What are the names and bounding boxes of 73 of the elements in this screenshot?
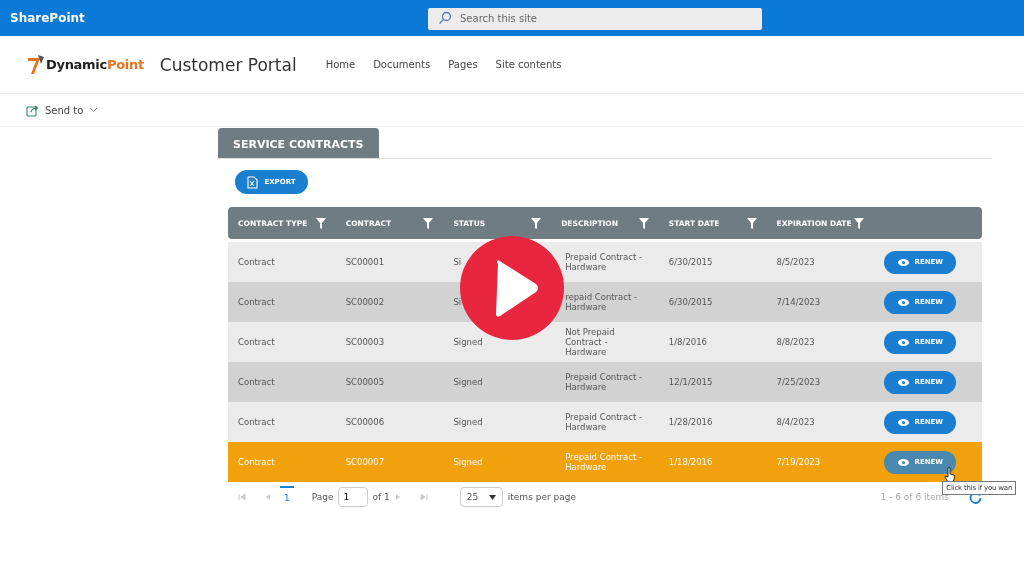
table-cell: 6/30/2015 [668, 257, 713, 267]
table-cell: Prepaid Contract - Hardware [565, 252, 643, 272]
filter-icon[interactable] [531, 217, 542, 229]
table-cell: 7/25/2023 [776, 377, 821, 387]
table-cell: SC00007 [345, 457, 385, 467]
table-cell: 7/19/2023 [776, 457, 821, 467]
nav-link[interactable]: Home [325, 59, 356, 70]
table-cell: Signed [453, 337, 483, 347]
table-cell: 7/14/2023 [776, 297, 821, 307]
table-cell: Contract [238, 257, 275, 267]
table-cell: 1/28/2016 [668, 417, 713, 427]
table-cell: Signed [453, 417, 483, 427]
hand-cursor-icon [944, 466, 957, 483]
table-cell: Si [453, 297, 462, 307]
page-size-label: items per page [507, 492, 576, 502]
items-summary: 1 - 6 of 6 items [880, 492, 949, 502]
table-cell: SC00002 [345, 297, 385, 307]
section-tab[interactable]: SERVICE CONTRACTS [218, 128, 379, 158]
filter-icon[interactable] [638, 217, 649, 229]
table-cell: Si [453, 257, 462, 267]
logo-icon [26, 53, 46, 76]
table-cell: repaid Contract - Hardware [565, 292, 638, 312]
table-cell: SC00001 [345, 257, 385, 267]
play-button[interactable] [460, 236, 564, 340]
search-field[interactable]: Search this site [428, 7, 762, 30]
table-cell: Prepaid Contract - Hardware [565, 412, 643, 432]
table-cell: Prepaid Contract - Hardware [565, 452, 643, 472]
site-title: Customer Portal [159, 54, 297, 75]
table-cell: Contract [238, 337, 275, 347]
table-cell: SC00003 [345, 337, 385, 347]
nav-link[interactable]: Pages [448, 59, 478, 70]
nav-link[interactable]: Documents [373, 59, 431, 70]
filter-icon[interactable] [854, 217, 865, 229]
table-cell: Signed [453, 377, 483, 387]
table-cell: Prepaid Contract - Hardware [565, 372, 643, 392]
eye-icon [897, 378, 909, 386]
table-cell: 1/8/2016 [668, 337, 708, 347]
logo-text: DynamicPoint [46, 57, 144, 72]
table-cell: Contract [238, 297, 275, 307]
dropdown-icon [488, 494, 496, 500]
eye-icon [897, 418, 909, 426]
eye-icon [897, 298, 909, 306]
app-name[interactable]: SharePoint [0, 11, 428, 25]
excel-file-icon [247, 175, 259, 189]
table-cell: 8/4/2023 [776, 417, 815, 427]
table-cell: Signed [453, 457, 483, 467]
page-label: Page [311, 492, 334, 502]
table-cell: 1/18/2016 [668, 457, 713, 467]
table-cell: Contract [238, 457, 275, 467]
current-page[interactable]: 1 [280, 485, 294, 503]
eye-icon [897, 458, 909, 466]
table-cell: SC00005 [345, 377, 385, 387]
table-cell: 12/1/2015 [668, 377, 713, 387]
table-cell: Contract [238, 417, 275, 427]
eye-icon [897, 258, 909, 266]
filter-icon[interactable] [746, 217, 757, 229]
share-icon [26, 103, 39, 117]
chevron-icon [89, 107, 99, 113]
page-count: of 1 [372, 492, 390, 502]
send-to-button[interactable]: Send to [26, 103, 99, 117]
table-cell: SC00006 [345, 417, 385, 427]
table-cell: 8/8/2023 [776, 337, 815, 347]
eye-icon [897, 338, 909, 346]
filter-icon[interactable] [423, 217, 434, 229]
table-cell: Not Prepaid Contract - Hardware [565, 327, 615, 357]
page-size-dropdown[interactable]: 25 [459, 487, 503, 507]
nav-link[interactable]: Site contents [495, 59, 562, 70]
table-cell: 6/30/2015 [668, 297, 713, 307]
logo[interactable]: DynamicPoint [26, 53, 144, 76]
page-input[interactable]: 1 [337, 487, 368, 507]
table-cell: Contract [238, 377, 275, 387]
table-cell: 8/5/2023 [776, 257, 815, 267]
filter-icon[interactable] [315, 217, 326, 229]
